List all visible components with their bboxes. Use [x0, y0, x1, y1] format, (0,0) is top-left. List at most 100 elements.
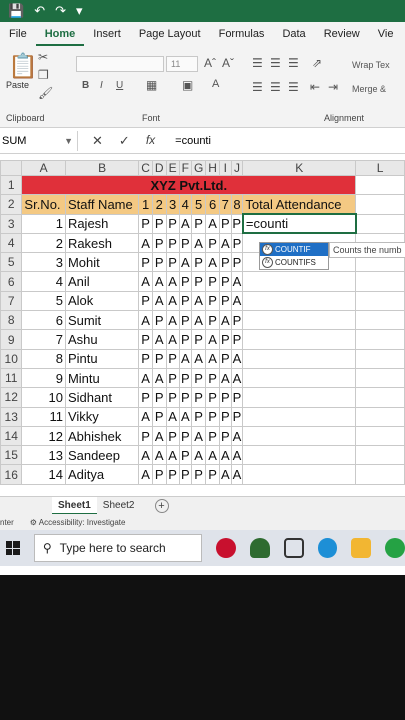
row-header[interactable]: 15 — [0, 445, 23, 466]
attendance-cell[interactable]: A — [165, 290, 180, 312]
column-header[interactable]: L — [355, 160, 405, 176]
align-middle-icon[interactable]: ☰ — [270, 56, 281, 70]
attendance-cell[interactable]: P — [165, 367, 180, 389]
staff-name-cell[interactable]: Ashu — [64, 329, 140, 350]
attendance-cell[interactable]: P — [151, 464, 167, 485]
attendance-cell[interactable]: P — [218, 348, 232, 369]
attendance-cell[interactable]: P — [178, 387, 192, 408]
row-header[interactable]: 12 — [0, 387, 23, 408]
increase-font-icon[interactable]: Aˆ — [204, 56, 216, 70]
windows-start-icon[interactable] — [6, 541, 20, 555]
sr-no-cell[interactable]: 2 — [21, 232, 66, 254]
attendance-cell[interactable]: P — [205, 232, 220, 254]
total-attendance-cell[interactable] — [242, 310, 357, 331]
enter-icon[interactable]: ✓ — [119, 133, 130, 149]
flower-icon[interactable] — [216, 538, 236, 558]
row-header[interactable]: 9 — [0, 329, 23, 350]
paste-button[interactable]: Paste — [6, 80, 29, 90]
attendance-cell[interactable]: A — [151, 290, 167, 312]
format-painter-icon[interactable]: 🖌 — [38, 86, 53, 100]
staff-name-cell[interactable]: Pintu — [64, 348, 140, 369]
column-header[interactable]: F — [178, 160, 192, 176]
attendance-cell[interactable]: A — [218, 232, 232, 254]
row-header[interactable]: 10 — [0, 348, 23, 369]
row-header[interactable]: 2 — [0, 194, 23, 215]
attendance-cell[interactable]: A — [230, 290, 244, 312]
copy-icon[interactable]: ❐ — [38, 68, 49, 82]
column-header[interactable]: J — [230, 160, 244, 176]
row-header[interactable]: 4 — [0, 232, 23, 254]
add-sheet-icon[interactable]: + — [154, 498, 169, 513]
sr-no-cell[interactable]: 4 — [21, 271, 66, 292]
bold-icon[interactable]: B — [82, 80, 89, 91]
cut-icon[interactable]: ✂ — [38, 50, 48, 64]
attendance-cell[interactable]: A — [205, 445, 220, 466]
attendance-cell[interactable]: A — [230, 464, 244, 485]
align-top-icon[interactable]: ☰ — [252, 56, 263, 70]
row-header[interactable]: 5 — [0, 252, 23, 273]
attendance-cell[interactable]: A — [165, 445, 180, 466]
attendance-cell[interactable]: A — [230, 367, 244, 389]
header-day[interactable]: 5 — [190, 194, 207, 215]
cell[interactable] — [355, 348, 405, 369]
cell[interactable] — [355, 464, 405, 485]
attendance-cell[interactable]: A — [218, 464, 232, 485]
cell[interactable] — [355, 174, 405, 196]
attendance-cell[interactable]: A — [151, 445, 167, 466]
attendance-cell[interactable]: P — [205, 406, 220, 427]
row-header[interactable]: 7 — [0, 290, 23, 312]
sr-no-cell[interactable]: 14 — [21, 464, 66, 485]
attendance-cell[interactable]: A — [165, 406, 180, 427]
cell[interactable] — [355, 406, 405, 427]
attendance-cell[interactable]: P — [190, 464, 207, 485]
attendance-cell[interactable]: P — [178, 271, 192, 292]
decrease-indent-icon[interactable]: ⇤ — [310, 80, 320, 94]
tab-review[interactable]: Review — [315, 22, 369, 46]
attendance-cell[interactable]: P — [138, 252, 153, 273]
attendance-cell[interactable]: A — [190, 232, 207, 254]
attendance-cell[interactable]: A — [138, 232, 153, 254]
total-attendance-cell[interactable] — [242, 348, 357, 369]
whatsapp-icon[interactable] — [385, 538, 405, 558]
column-header[interactable]: A — [21, 160, 66, 176]
column-header[interactable]: D — [151, 160, 167, 176]
staff-name-cell[interactable]: Alok — [64, 290, 140, 312]
tab-insert[interactable]: Insert — [84, 22, 130, 46]
sr-no-cell[interactable]: 5 — [21, 290, 66, 312]
tab-home[interactable]: Home — [35, 22, 85, 46]
save-icon[interactable]: 💾 — [8, 3, 24, 19]
font-size-box[interactable]: 11 — [166, 56, 198, 72]
align-bottom-icon[interactable]: ☰ — [288, 56, 299, 70]
paste-icon[interactable]: 📋 — [8, 52, 38, 81]
chevron-down-icon[interactable]: ▼ — [64, 131, 73, 151]
tab-view[interactable]: Vie — [369, 22, 403, 46]
sr-no-cell[interactable]: 9 — [21, 367, 66, 389]
attendance-cell[interactable]: P — [138, 348, 153, 369]
staff-name-cell[interactable]: Mintu — [64, 367, 140, 389]
sr-no-cell[interactable]: 3 — [21, 252, 66, 273]
cell[interactable] — [355, 367, 405, 389]
row-header[interactable]: 1 — [0, 174, 23, 196]
attendance-cell[interactable]: A — [138, 406, 153, 427]
total-attendance-cell[interactable] — [242, 387, 357, 408]
cell[interactable] — [355, 329, 405, 350]
cell[interactable] — [355, 425, 405, 447]
attendance-cell[interactable]: P — [218, 329, 232, 350]
cell[interactable] — [355, 290, 405, 312]
cancel-icon[interactable]: ✕ — [92, 133, 103, 149]
attendance-cell[interactable]: P — [190, 213, 207, 234]
orientation-icon[interactable]: ⇗ — [312, 56, 322, 70]
tab-file[interactable]: File — [0, 22, 36, 46]
merge-center-button[interactable]: Merge & — [352, 84, 386, 94]
attendance-cell[interactable]: A — [151, 367, 167, 389]
attendance-cell[interactable]: P — [205, 367, 220, 389]
attendance-cell[interactable]: P — [151, 406, 167, 427]
name-box[interactable]: SUM ▼ — [0, 130, 78, 151]
cell[interactable] — [355, 387, 405, 408]
attendance-cell[interactable]: A — [151, 329, 167, 350]
attendance-cell[interactable]: A — [138, 310, 153, 331]
attendance-cell[interactable]: A — [190, 425, 207, 447]
total-attendance-cell[interactable] — [242, 271, 357, 292]
attendance-cell[interactable]: P — [190, 387, 207, 408]
row-header[interactable]: 13 — [0, 406, 23, 427]
